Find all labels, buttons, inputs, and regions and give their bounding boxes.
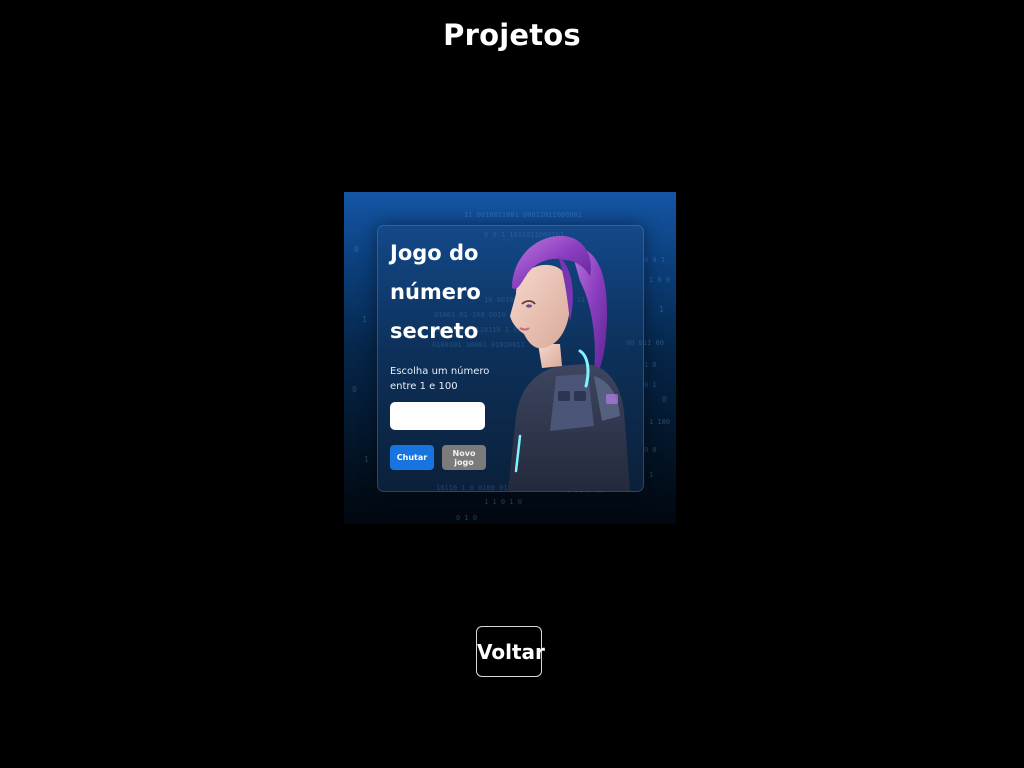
svg-text:0 0 1: 0 0 1 (644, 256, 665, 264)
guess-button[interactable]: Chutar (390, 445, 434, 470)
svg-text:0: 0 (662, 395, 667, 404)
svg-text:1 1 0 1 0: 1 1 0 1 0 (484, 498, 522, 506)
project-card-secret-number[interactable]: 11 0010011001 00011011000001 0 0 1 1 0 1 1 0… (344, 192, 676, 524)
sci-fi-girl-illustration-icon (508, 235, 630, 491)
svg-text:1: 1 (659, 305, 664, 314)
guess-input[interactable] (390, 402, 485, 430)
game-panel: Jogo do número secreto Escolha um número… (377, 225, 644, 492)
svg-text:1: 1 (362, 315, 367, 324)
svg-text:1 0: 1 0 (644, 361, 657, 369)
svg-text:0 1 0: 0 1 0 (456, 514, 477, 522)
svg-text:1 0 0: 1 0 0 (649, 276, 670, 284)
svg-text:0: 0 (352, 385, 357, 394)
svg-text:1 100: 1 100 (649, 418, 670, 426)
new-game-button[interactable]: Novo jogo (442, 445, 486, 470)
svg-text:0 1: 0 1 (644, 381, 657, 389)
back-button[interactable]: Voltar (476, 626, 545, 677)
svg-text:0: 0 (354, 245, 359, 254)
svg-text:1: 1 (364, 455, 369, 464)
svg-text:11 0010011001 00011011000001: 11 0010011001 00011011000001 (464, 211, 582, 219)
svg-text:1: 1 (649, 471, 653, 479)
game-title: Jogo do número secreto (390, 241, 481, 343)
page-title: Projetos (443, 18, 581, 52)
game-instruction: Escolha um número entre 1 e 100 (390, 366, 490, 392)
projects-page: Projetos 11 0010011001 00011011000001 0 … (0, 0, 1024, 768)
svg-text:0 0: 0 0 (644, 446, 657, 454)
